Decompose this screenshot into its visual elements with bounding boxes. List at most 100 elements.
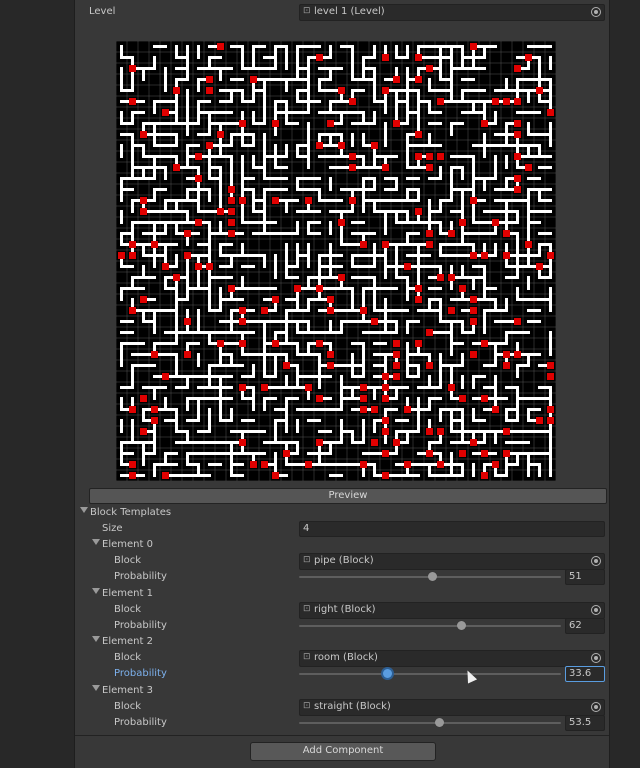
block-object-field[interactable]: ⊡ straight (Block) [299, 699, 605, 716]
block-object-field[interactable]: ⊡ room (Block) [299, 650, 605, 667]
preview-button-label: Preview [328, 490, 368, 501]
preview-room-block [360, 406, 367, 413]
preview-room-block [382, 241, 389, 248]
probability-input[interactable]: 33.6 [565, 666, 605, 682]
preview-room-block [140, 208, 147, 215]
probability-slider-thumb[interactable] [456, 621, 466, 630]
preview-room-block [360, 461, 367, 468]
foldout-arrow-icon[interactable] [92, 588, 100, 594]
element-header[interactable]: Element 0 [75, 537, 609, 553]
probability-input[interactable]: 62 [565, 618, 605, 634]
probability-slider-track[interactable] [299, 722, 561, 724]
preview-room-block [129, 461, 136, 468]
preview-room-block [217, 131, 224, 138]
foldout-arrow-icon[interactable] [92, 539, 100, 545]
preview-room-block [195, 219, 202, 226]
probability-row: Probability 62 [75, 618, 609, 634]
element-header[interactable]: Element 2 [75, 634, 609, 650]
preview-room-block [470, 252, 477, 259]
preview-room-block [492, 219, 499, 226]
size-input[interactable]: 4 [299, 521, 605, 537]
block-templates-header[interactable]: Block Templates [75, 505, 609, 521]
preview-room-block [162, 472, 169, 479]
preview-room-block [547, 362, 554, 369]
preview-room-block [448, 307, 455, 314]
preview-room-block [536, 417, 543, 424]
preview-room-block [294, 285, 301, 292]
preview-room-block [316, 285, 323, 292]
preview-room-block [327, 296, 334, 303]
preview-room-block [459, 450, 466, 457]
preview-room-block [129, 472, 136, 479]
block-object-field[interactable]: ⊡ right (Block) [299, 602, 605, 619]
element-title: Element 2 [102, 636, 153, 647]
level-object-field[interactable]: ⊡ level 1 (Level) [299, 4, 605, 21]
element-header[interactable]: Element 1 [75, 586, 609, 602]
object-picker-icon[interactable] [591, 7, 601, 17]
preview-room-block [228, 186, 235, 193]
preview-room-block [426, 428, 433, 435]
preview-room-block [360, 241, 367, 248]
preview-room-block [382, 428, 389, 435]
preview-room-block [503, 428, 510, 435]
block-row: Block ⊡ pipe (Block) [75, 553, 609, 570]
preview-room-block [470, 43, 477, 50]
preview-room-block [217, 208, 224, 215]
preview-room-block [415, 208, 422, 215]
probability-input[interactable]: 53.5 [565, 715, 605, 731]
probability-slider-thumb[interactable] [434, 718, 444, 727]
preview-room-block [151, 417, 158, 424]
add-component-button[interactable]: Add Component [250, 742, 436, 761]
probability-slider-track[interactable] [299, 673, 561, 675]
preview-room-block [503, 362, 510, 369]
asset-icon: ⊡ [303, 652, 311, 662]
block-row: Block ⊡ room (Block) [75, 650, 609, 667]
preview-room-block [426, 164, 433, 171]
element-header[interactable]: Element 3 [75, 683, 609, 699]
preview-button[interactable]: Preview [89, 488, 607, 504]
preview-room-block [503, 252, 510, 259]
preview-room-block [239, 340, 246, 347]
preview-room-block [525, 241, 532, 248]
foldout-arrow-icon[interactable] [92, 636, 100, 642]
probability-row: Probability 53.5 [75, 715, 609, 731]
preview-room-block [206, 87, 213, 94]
block-label: Block [114, 701, 142, 712]
preview-room-block [437, 274, 444, 281]
preview-room-block [382, 87, 389, 94]
preview-room-block [349, 164, 356, 171]
foldout-arrow-icon[interactable] [80, 507, 88, 513]
probability-slider-thumb[interactable] [382, 669, 392, 678]
preview-room-block [129, 307, 136, 314]
preview-room-block [360, 307, 367, 314]
preview-room-block [536, 87, 543, 94]
preview-room-block [426, 65, 433, 72]
preview-room-block [415, 54, 422, 61]
block-value: right (Block) [314, 604, 376, 615]
preview-room-block [382, 450, 389, 457]
preview-room-block [514, 65, 521, 72]
preview-room-block [481, 340, 488, 347]
object-picker-icon[interactable] [591, 702, 601, 712]
preview-room-block [404, 263, 411, 270]
element-title: Element 1 [102, 588, 153, 599]
object-picker-icon[interactable] [591, 653, 601, 663]
preview-room-block [415, 340, 422, 347]
preview-room-block [393, 351, 400, 358]
preview-room-block [382, 395, 389, 402]
probability-slider-thumb[interactable] [428, 572, 438, 581]
preview-room-block [426, 362, 433, 369]
preview-room-block [228, 208, 235, 215]
foldout-arrow-icon[interactable] [92, 685, 100, 691]
probability-input[interactable]: 51 [565, 569, 605, 585]
object-picker-icon[interactable] [591, 556, 601, 566]
probability-slider-track[interactable] [299, 625, 561, 627]
block-object-field[interactable]: ⊡ pipe (Block) [299, 553, 605, 570]
block-label: Block [114, 555, 142, 566]
object-picker-icon[interactable] [591, 605, 601, 615]
preview-room-block [239, 318, 246, 325]
preview-room-block [382, 164, 389, 171]
asset-icon: ⊡ [303, 555, 311, 565]
preview-room-block [272, 296, 279, 303]
preview-room-block [206, 142, 213, 149]
